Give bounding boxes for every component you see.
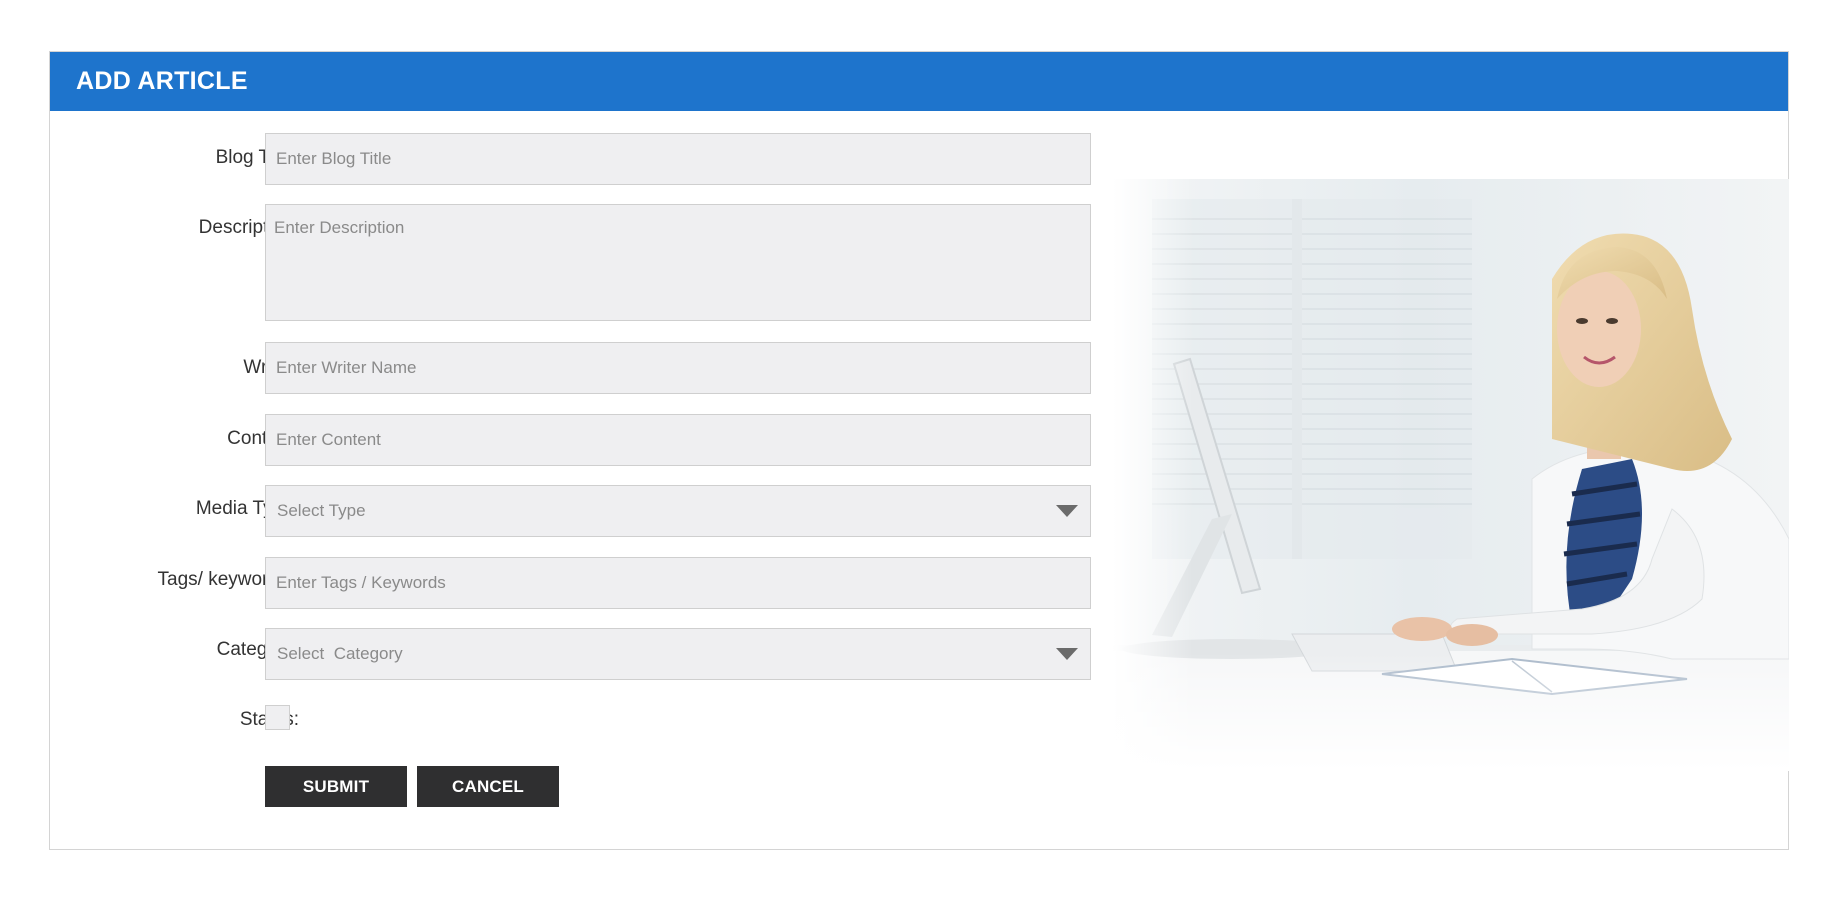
category-select[interactable]: Select Category	[265, 628, 1091, 680]
page-title: ADD ARTICLE	[76, 67, 248, 95]
media-type-select[interactable]: Select Type	[265, 485, 1091, 537]
content-input[interactable]	[265, 414, 1091, 466]
office-illustration	[1112, 179, 1789, 771]
office-woman-photo	[1112, 179, 1789, 771]
cancel-button[interactable]: CANCEL	[417, 766, 559, 807]
status-checkbox[interactable]	[265, 705, 290, 730]
caret-down-icon	[1056, 648, 1078, 660]
tags-input[interactable]	[265, 557, 1091, 609]
writer-input[interactable]	[265, 342, 1091, 394]
category-selected-value: Select Category	[277, 644, 403, 663]
caret-down-icon	[1056, 505, 1078, 517]
description-textarea[interactable]	[265, 204, 1091, 321]
panel-header: ADD ARTICLE	[50, 52, 1788, 111]
submit-button[interactable]: SUBMIT	[265, 766, 407, 807]
media-type-selected-value: Select Type	[277, 501, 366, 520]
add-article-panel: ADD ARTICLE Blog Title: Description: Wri…	[49, 51, 1789, 850]
blog-title-input[interactable]	[265, 133, 1091, 185]
